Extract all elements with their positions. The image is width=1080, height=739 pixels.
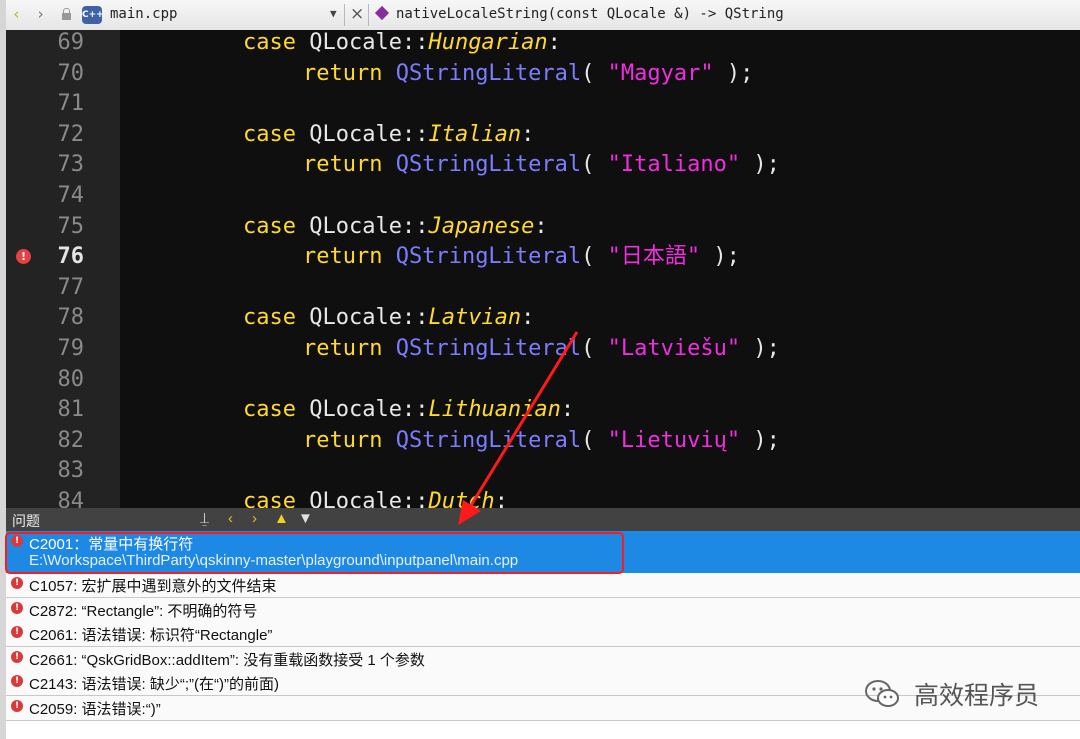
annotation-arrow (458, 331, 579, 525)
watermark-text: 高效程序员 (914, 681, 1040, 710)
ide-window: ‹ › C++ main.cpp ▼ × nativeLocaleString(… (0, 0, 1080, 739)
wechat-icon (865, 680, 899, 707)
